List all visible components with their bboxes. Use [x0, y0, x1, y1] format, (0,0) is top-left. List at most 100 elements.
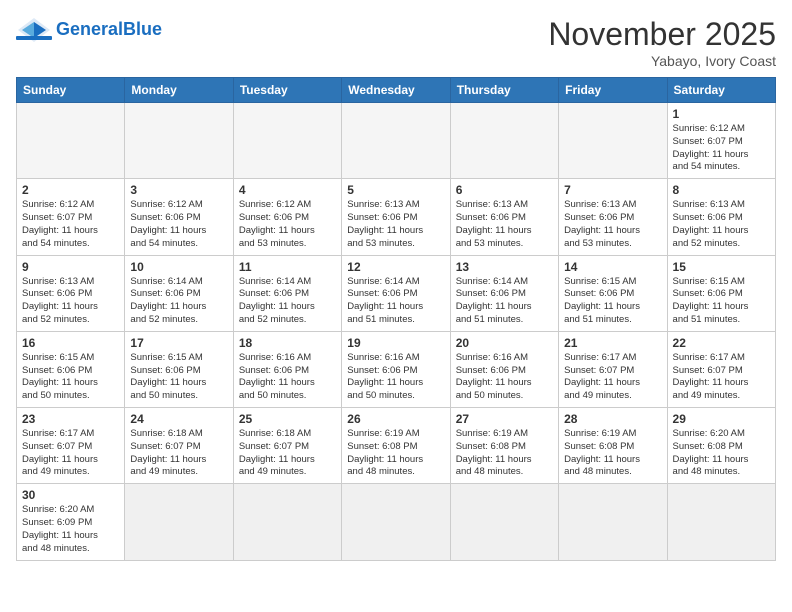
- day-number: 24: [130, 412, 227, 426]
- day-info: Sunrise: 6:15 AM Sunset: 6:06 PM Dayligh…: [564, 276, 661, 327]
- calendar-cell: 5 Sunrise: 6:13 AM Sunset: 6:06 PM Daylig…: [342, 179, 450, 255]
- calendar-cell: [233, 484, 341, 560]
- day-number: 23: [22, 412, 119, 426]
- day-number: 29: [673, 412, 770, 426]
- calendar-cell: [450, 484, 558, 560]
- weekday-header-saturday: Saturday: [667, 78, 775, 103]
- month-title: November 2025: [548, 16, 776, 53]
- location-subtitle: Yabayo, Ivory Coast: [548, 53, 776, 69]
- weekday-header-monday: Monday: [125, 78, 233, 103]
- day-number: 26: [347, 412, 444, 426]
- day-info: Sunrise: 6:12 AM Sunset: 6:06 PM Dayligh…: [130, 199, 227, 250]
- day-number: 7: [564, 183, 661, 197]
- calendar-cell: 21 Sunrise: 6:17 AM Sunset: 6:07 PM Dayli…: [559, 331, 667, 407]
- day-info: Sunrise: 6:13 AM Sunset: 6:06 PM Dayligh…: [564, 199, 661, 250]
- day-number: 1: [673, 107, 770, 121]
- day-info: Sunrise: 6:16 AM Sunset: 6:06 PM Dayligh…: [347, 352, 444, 403]
- calendar-week-row: 30 Sunrise: 6:20 AM Sunset: 6:09 PM Dayli…: [17, 484, 776, 560]
- calendar-week-row: 2 Sunrise: 6:12 AM Sunset: 6:07 PM Daylig…: [17, 179, 776, 255]
- weekday-header-tuesday: Tuesday: [233, 78, 341, 103]
- calendar-week-row: 16 Sunrise: 6:15 AM Sunset: 6:06 PM Dayli…: [17, 331, 776, 407]
- logo: GeneralBlue: [16, 16, 162, 44]
- calendar-cell: 24 Sunrise: 6:18 AM Sunset: 6:07 PM Dayli…: [125, 408, 233, 484]
- calendar-cell: 18Sunrise: 6:16 AM Sunset: 6:06 PM Dayli…: [233, 331, 341, 407]
- calendar-cell: 27Sunrise: 6:19 AM Sunset: 6:08 PM Dayli…: [450, 408, 558, 484]
- day-info: Sunrise: 6:13 AM Sunset: 6:06 PM Dayligh…: [347, 199, 444, 250]
- day-number: 21: [564, 336, 661, 350]
- calendar-week-row: 23 Sunrise: 6:17 AM Sunset: 6:07 PM Dayli…: [17, 408, 776, 484]
- day-number: 20: [456, 336, 553, 350]
- day-number: 25: [239, 412, 336, 426]
- day-number: 9: [22, 260, 119, 274]
- calendar-cell: 28Sunrise: 6:19 AM Sunset: 6:08 PM Dayli…: [559, 408, 667, 484]
- day-info: Sunrise: 6:13 AM Sunset: 6:06 PM Dayligh…: [22, 276, 119, 327]
- calendar-cell: 22 Sunrise: 6:17 AM Sunset: 6:07 PM Dayli…: [667, 331, 775, 407]
- weekday-header-sunday: Sunday: [17, 78, 125, 103]
- calendar-cell: [125, 484, 233, 560]
- calendar-week-row: 1 Sunrise: 6:12 AM Sunset: 6:07 PM Daylig…: [17, 103, 776, 179]
- logo-text: GeneralBlue: [56, 20, 162, 40]
- day-info: Sunrise: 6:12 AM Sunset: 6:07 PM Dayligh…: [22, 199, 119, 250]
- day-info: Sunrise: 6:19 AM Sunset: 6:08 PM Dayligh…: [347, 428, 444, 479]
- calendar-cell: 15 Sunrise: 6:15 AM Sunset: 6:06 PM Dayli…: [667, 255, 775, 331]
- day-info: Sunrise: 6:12 AM Sunset: 6:06 PM Dayligh…: [239, 199, 336, 250]
- day-number: 16: [22, 336, 119, 350]
- calendar-cell: 10 Sunrise: 6:14 AM Sunset: 6:06 PM Dayli…: [125, 255, 233, 331]
- day-info: Sunrise: 6:12 AM Sunset: 6:07 PM Dayligh…: [673, 123, 770, 174]
- day-number: 3: [130, 183, 227, 197]
- logo-icon: [16, 16, 52, 44]
- day-info: Sunrise: 6:13 AM Sunset: 6:06 PM Dayligh…: [456, 199, 553, 250]
- day-info: Sunrise: 6:13 AM Sunset: 6:06 PM Dayligh…: [673, 199, 770, 250]
- day-number: 27: [456, 412, 553, 426]
- day-number: 12: [347, 260, 444, 274]
- calendar-cell: 3 Sunrise: 6:12 AM Sunset: 6:06 PM Daylig…: [125, 179, 233, 255]
- calendar-cell: 29 Sunrise: 6:20 AM Sunset: 6:08 PM Dayli…: [667, 408, 775, 484]
- day-number: 11: [239, 260, 336, 274]
- day-info: Sunrise: 6:17 AM Sunset: 6:07 PM Dayligh…: [673, 352, 770, 403]
- day-number: 15: [673, 260, 770, 274]
- calendar-cell: 30 Sunrise: 6:20 AM Sunset: 6:09 PM Dayli…: [17, 484, 125, 560]
- calendar-cell: 25Sunrise: 6:18 AM Sunset: 6:07 PM Dayli…: [233, 408, 341, 484]
- weekday-header-thursday: Thursday: [450, 78, 558, 103]
- day-info: Sunrise: 6:14 AM Sunset: 6:06 PM Dayligh…: [456, 276, 553, 327]
- calendar-cell: 13Sunrise: 6:14 AM Sunset: 6:06 PM Dayli…: [450, 255, 558, 331]
- day-number: 22: [673, 336, 770, 350]
- day-number: 14: [564, 260, 661, 274]
- calendar-cell: [559, 103, 667, 179]
- day-info: Sunrise: 6:17 AM Sunset: 6:07 PM Dayligh…: [22, 428, 119, 479]
- day-number: 5: [347, 183, 444, 197]
- day-info: Sunrise: 6:16 AM Sunset: 6:06 PM Dayligh…: [239, 352, 336, 403]
- calendar-cell: [125, 103, 233, 179]
- day-info: Sunrise: 6:18 AM Sunset: 6:07 PM Dayligh…: [130, 428, 227, 479]
- calendar-week-row: 9 Sunrise: 6:13 AM Sunset: 6:06 PM Daylig…: [17, 255, 776, 331]
- calendar-cell: 7 Sunrise: 6:13 AM Sunset: 6:06 PM Daylig…: [559, 179, 667, 255]
- day-number: 2: [22, 183, 119, 197]
- day-info: Sunrise: 6:14 AM Sunset: 6:06 PM Dayligh…: [130, 276, 227, 327]
- calendar-cell: 19Sunrise: 6:16 AM Sunset: 6:06 PM Dayli…: [342, 331, 450, 407]
- calendar: SundayMondayTuesdayWednesdayThursdayFrid…: [16, 77, 776, 561]
- day-number: 17: [130, 336, 227, 350]
- day-info: Sunrise: 6:20 AM Sunset: 6:08 PM Dayligh…: [673, 428, 770, 479]
- day-number: 30: [22, 488, 119, 502]
- day-info: Sunrise: 6:17 AM Sunset: 6:07 PM Dayligh…: [564, 352, 661, 403]
- day-number: 4: [239, 183, 336, 197]
- logo-general: General: [56, 19, 123, 39]
- day-info: Sunrise: 6:19 AM Sunset: 6:08 PM Dayligh…: [564, 428, 661, 479]
- weekday-header-wednesday: Wednesday: [342, 78, 450, 103]
- calendar-cell: 23 Sunrise: 6:17 AM Sunset: 6:07 PM Dayli…: [17, 408, 125, 484]
- day-info: Sunrise: 6:20 AM Sunset: 6:09 PM Dayligh…: [22, 504, 119, 555]
- calendar-cell: 8Sunrise: 6:13 AM Sunset: 6:06 PM Daylig…: [667, 179, 775, 255]
- weekday-header-friday: Friday: [559, 78, 667, 103]
- calendar-cell: [342, 103, 450, 179]
- calendar-cell: [233, 103, 341, 179]
- calendar-cell: 17 Sunrise: 6:15 AM Sunset: 6:06 PM Dayli…: [125, 331, 233, 407]
- day-number: 10: [130, 260, 227, 274]
- calendar-cell: 16Sunrise: 6:15 AM Sunset: 6:06 PM Dayli…: [17, 331, 125, 407]
- day-info: Sunrise: 6:15 AM Sunset: 6:06 PM Dayligh…: [673, 276, 770, 327]
- calendar-cell: [450, 103, 558, 179]
- day-info: Sunrise: 6:14 AM Sunset: 6:06 PM Dayligh…: [347, 276, 444, 327]
- calendar-cell: 14 Sunrise: 6:15 AM Sunset: 6:06 PM Dayli…: [559, 255, 667, 331]
- day-info: Sunrise: 6:16 AM Sunset: 6:06 PM Dayligh…: [456, 352, 553, 403]
- weekday-header-row: SundayMondayTuesdayWednesdayThursdayFrid…: [17, 78, 776, 103]
- day-info: Sunrise: 6:15 AM Sunset: 6:06 PM Dayligh…: [130, 352, 227, 403]
